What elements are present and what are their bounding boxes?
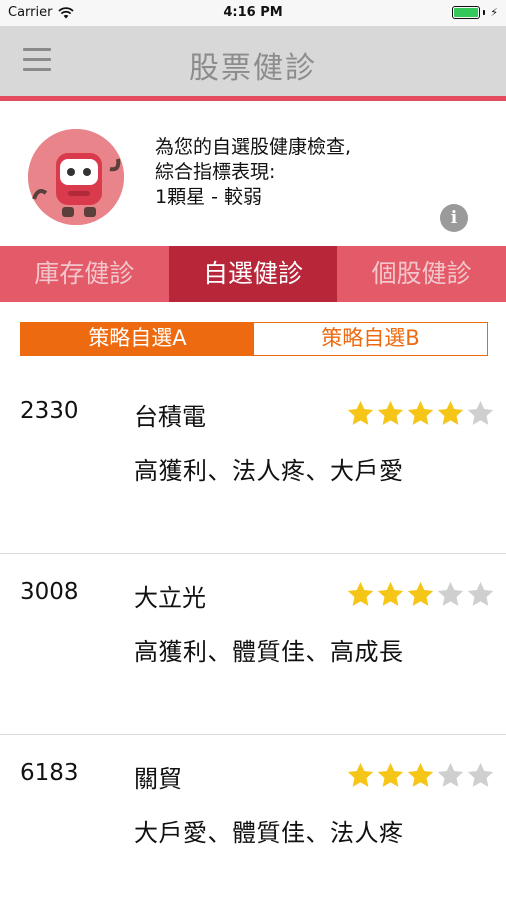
tab-bar: 庫存健診 自選健診 個股健診 — [0, 246, 506, 302]
status-right: ⚡ — [452, 6, 498, 19]
stock-code: 2330 — [20, 398, 79, 424]
star-filled-icon — [407, 762, 434, 787]
star-empty-icon — [437, 762, 464, 787]
rating-stars — [346, 399, 495, 427]
tab-inventory-checkup[interactable]: 庫存健診 — [0, 246, 169, 302]
star-filled-icon — [407, 581, 434, 606]
tab-single-stock-checkup[interactable]: 個股健診 — [337, 246, 506, 302]
star-filled-icon — [347, 400, 374, 425]
battery-tip — [483, 10, 486, 15]
star-filled-icon — [347, 762, 374, 787]
charging-icon: ⚡ — [490, 6, 498, 19]
stock-tags: 大戶愛、體質佳、法人疼 — [134, 819, 404, 847]
stock-name: 大立光 — [134, 584, 206, 612]
star-filled-icon — [377, 762, 404, 787]
rating-stars — [346, 761, 495, 789]
strategy-segmented-control: 策略自選A 策略自選B — [20, 322, 488, 356]
summary-line-3: 1顆星 - 較弱 — [155, 186, 263, 208]
health-summary: 為您的自選股健康檢查, 綜合指標表現: 1顆星 - 較弱 i — [0, 101, 506, 246]
star-filled-icon — [407, 400, 434, 425]
rating-stars — [346, 580, 495, 608]
stock-code: 6183 — [20, 760, 79, 786]
star-filled-icon — [347, 581, 374, 606]
star-filled-icon — [437, 400, 464, 425]
list-item[interactable]: 2330 台積電 高獲利、法人疼、大戶愛 — [0, 373, 506, 554]
list-item[interactable]: 6183 關貿 大戶愛、體質佳、法人疼 — [0, 735, 506, 900]
segment-strategy-a[interactable]: 策略自選A — [21, 323, 254, 355]
robot-avatar-icon — [28, 129, 124, 225]
summary-line-2: 綜合指標表現: — [155, 161, 276, 183]
stock-code: 3008 — [20, 579, 79, 605]
tab-watchlist-checkup[interactable]: 自選健診 — [168, 246, 338, 302]
star-empty-icon — [467, 762, 494, 787]
status-time: 4:16 PM — [223, 5, 283, 20]
stock-name: 關貿 — [134, 765, 182, 793]
nav-bar: 股票健診 — [0, 26, 506, 101]
stock-list: 2330 台積電 高獲利、法人疼、大戶愛 3008 大立光 高獲利、體質佳、高成… — [0, 373, 506, 900]
star-filled-icon — [377, 581, 404, 606]
star-empty-icon — [467, 400, 494, 425]
stock-tags: 高獲利、體質佳、高成長 — [134, 638, 404, 666]
stock-name: 台積電 — [134, 403, 206, 431]
star-filled-icon — [377, 400, 404, 425]
list-item[interactable]: 3008 大立光 高獲利、體質佳、高成長 — [0, 554, 506, 735]
page-title: 股票健診 — [189, 51, 317, 86]
star-empty-icon — [467, 581, 494, 606]
battery-icon — [452, 6, 481, 19]
stock-tags: 高獲利、法人疼、大戶愛 — [134, 457, 404, 485]
segment-strategy-b[interactable]: 策略自選B — [254, 323, 487, 355]
star-empty-icon — [437, 581, 464, 606]
info-icon[interactable]: i — [440, 204, 468, 232]
status-bar: Carrier 4:16 PM ⚡ — [0, 0, 506, 26]
summary-text: 為您的自選股健康檢查, 綜合指標表現: 1顆星 - 較弱 — [155, 135, 351, 210]
summary-line-1: 為您的自選股健康檢查, — [155, 136, 352, 158]
